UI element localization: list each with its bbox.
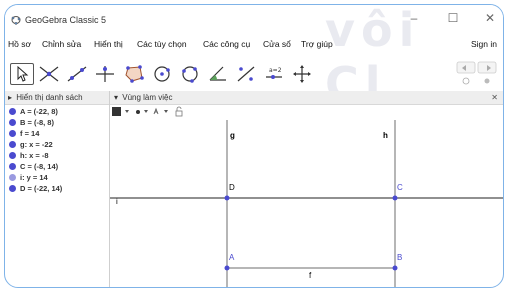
slider-tool-button[interactable]: a=2 xyxy=(262,63,286,85)
algebra-item[interactable]: C = (-8, 14) xyxy=(9,161,58,172)
algebra-item-text: g: x = -22 xyxy=(20,140,53,149)
visibility-dot-icon[interactable] xyxy=(9,141,16,148)
visibility-dot-icon[interactable] xyxy=(9,163,16,170)
menu-help[interactable]: Trợ giúp xyxy=(301,39,333,49)
angle-tool-button[interactable] xyxy=(206,63,230,85)
graphics-view[interactable]: ▾ Vùng làm việc ✕ g h i f D C A B xyxy=(110,91,503,287)
slider-icon: a=2 xyxy=(266,67,282,79)
visibility-dot-icon[interactable] xyxy=(9,130,16,137)
algebra-item-text: f = 14 xyxy=(20,129,40,138)
circle-3points-icon xyxy=(182,66,198,83)
menu-bar: Hồ sơ Chỉnh sửa Hiển thị Các tùy chọn Cá… xyxy=(5,35,503,53)
geogebra-logo-icon xyxy=(11,16,21,25)
point-tool-button[interactable] xyxy=(37,63,61,85)
algebra-view: ▸ Hiển thị danh sách A = (-22, 8) B = (-8… xyxy=(5,91,110,287)
move-view-icon xyxy=(293,65,311,83)
style-color-button[interactable] xyxy=(112,107,129,116)
polygon-tool-button[interactable] xyxy=(122,63,146,85)
graphics-view-title: Vùng làm việc xyxy=(122,93,173,102)
menu-file[interactable]: Hồ sơ xyxy=(8,39,31,49)
label-B: B xyxy=(397,253,402,262)
move-tool-button[interactable] xyxy=(10,63,34,85)
graphics-collapse-icon[interactable]: ▾ xyxy=(110,93,118,102)
collapse-arrow-icon[interactable]: ▸ xyxy=(5,93,12,102)
circle3-tool-button[interactable] xyxy=(178,63,202,85)
move-view-tool-button[interactable] xyxy=(290,63,314,85)
algebra-item[interactable]: h: x = -8 xyxy=(9,150,49,161)
title-bar[interactable]: vôi Cl GeoGebra Classic 5 – ☐ ✕ xyxy=(5,5,503,111)
algebra-item-text: i: y = 14 xyxy=(20,173,48,182)
menu-view[interactable]: Hiển thị xyxy=(94,39,123,49)
visibility-dot-icon[interactable] xyxy=(9,174,16,181)
menu-edit[interactable]: Chỉnh sửa xyxy=(42,39,81,49)
algebra-item[interactable]: B = (-8, 8) xyxy=(9,117,54,128)
views-area: ▸ Hiển thị danh sách A = (-22, 8) B = (-8… xyxy=(5,91,503,287)
reflect-tool-button[interactable] xyxy=(234,63,258,85)
algebra-item-text: A = (-22, 8) xyxy=(20,107,58,116)
minimize-button[interactable]: – xyxy=(406,11,422,25)
reflect-icon xyxy=(237,66,255,82)
redo-icon[interactable] xyxy=(477,61,497,74)
algebra-item[interactable]: D = (-22, 14) xyxy=(9,183,62,194)
graphics-style-bar xyxy=(110,105,503,119)
intersect-icon xyxy=(39,66,59,82)
perpendicular-tool-button[interactable] xyxy=(93,63,117,85)
menu-tools[interactable]: Các công cụ xyxy=(203,39,250,49)
algebra-item-text: D = (-22, 14) xyxy=(20,184,63,193)
label-h: h xyxy=(383,131,388,140)
label-A: A xyxy=(229,253,235,262)
menu-window[interactable]: Cửa sổ xyxy=(263,39,291,49)
line-icon xyxy=(67,66,87,82)
drawing-canvas[interactable]: g h i f D C A B xyxy=(110,120,503,287)
maximize-button[interactable]: ☐ xyxy=(445,11,461,25)
line-tool-button[interactable] xyxy=(65,63,89,85)
visibility-dot-icon[interactable] xyxy=(9,185,16,192)
lock-icon[interactable] xyxy=(175,106,183,117)
window-title: GeoGebra Classic 5 xyxy=(25,15,107,25)
sign-in-link[interactable]: Sign in xyxy=(471,39,497,49)
algebra-item-text: C = (-8, 14) xyxy=(20,162,59,171)
algebra-view-title: Hiển thị danh sách xyxy=(16,93,83,102)
label-C: C xyxy=(397,183,403,192)
perpendicular-icon xyxy=(96,66,114,82)
move-icon xyxy=(17,66,29,82)
circle-tool-button[interactable] xyxy=(150,63,174,85)
svg-text:a=2: a=2 xyxy=(269,67,282,74)
close-view-icon[interactable]: ✕ xyxy=(491,91,498,104)
settings-gear-icon[interactable] xyxy=(484,78,490,84)
label-g: g xyxy=(230,131,235,140)
algebra-item[interactable]: i: y = 14 xyxy=(9,172,48,183)
point-C[interactable] xyxy=(392,195,398,201)
help-icon[interactable] xyxy=(462,77,470,85)
close-button[interactable]: ✕ xyxy=(482,11,498,25)
algebra-item[interactable]: f = 14 xyxy=(9,128,39,139)
point-B[interactable] xyxy=(392,265,398,271)
circle-icon xyxy=(154,66,170,82)
undo-icon[interactable] xyxy=(456,61,476,74)
visibility-dot-icon[interactable] xyxy=(9,119,16,126)
toolbar: a=2 xyxy=(5,55,503,91)
visibility-dot-icon[interactable] xyxy=(9,108,16,115)
algebra-item-text: B = (-8, 8) xyxy=(20,118,54,127)
polygon-icon xyxy=(125,65,144,83)
graphics-view-header[interactable]: ▾ Vùng làm việc ✕ xyxy=(110,91,503,105)
algebra-item-text: h: x = -8 xyxy=(20,151,49,160)
algebra-item[interactable]: A = (-22, 8) xyxy=(9,106,58,117)
label-D: D xyxy=(229,183,235,192)
point-D[interactable] xyxy=(224,195,230,201)
visibility-dot-icon[interactable] xyxy=(9,152,16,159)
undo-redo-group xyxy=(455,61,499,87)
algebra-item[interactable]: g: x = -22 xyxy=(9,139,53,150)
label-style-button[interactable] xyxy=(153,107,168,115)
label-f: f xyxy=(309,271,312,280)
menu-options[interactable]: Các tùy chọn xyxy=(137,39,187,49)
angle-icon xyxy=(209,66,226,81)
point-style-button[interactable] xyxy=(136,110,148,114)
label-i: i xyxy=(116,197,118,206)
point-A[interactable] xyxy=(224,265,230,271)
algebra-view-header[interactable]: ▸ Hiển thị danh sách xyxy=(5,91,109,105)
app-window: vôi Cl GeoGebra Classic 5 – ☐ ✕ Hồ sơ Ch… xyxy=(4,4,504,288)
